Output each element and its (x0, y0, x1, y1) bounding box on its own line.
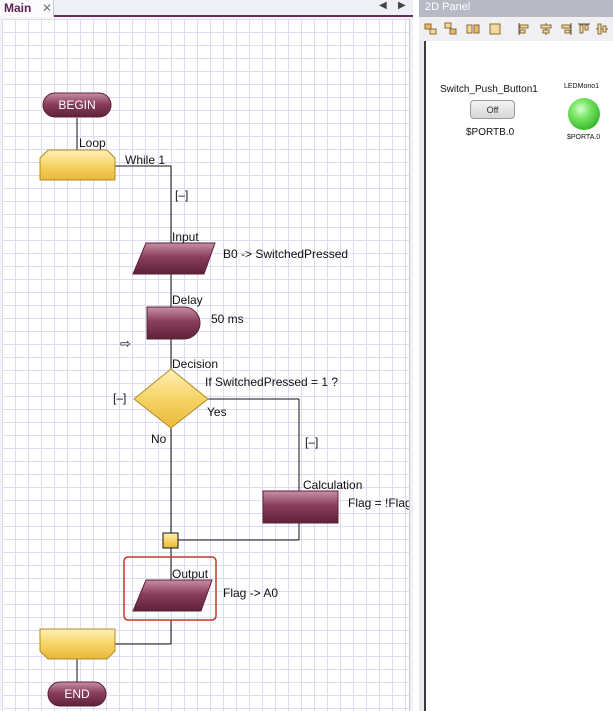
panel-toolbar (419, 17, 613, 41)
input-block[interactable] (132, 242, 216, 275)
output-detail: Flag -> A0 (223, 586, 279, 600)
calculation-title: Calculation (303, 478, 363, 492)
loop-collapse-toggle[interactable]: [–] (175, 188, 188, 202)
led-port-label: $PORTA.0 (567, 134, 601, 141)
switch-name-label: Switch_Push_Button1 (440, 84, 538, 95)
output-block[interactable] (132, 579, 213, 612)
main-tab-bar: Main ✕ ◀ ▶ (0, 0, 413, 17)
tab-main[interactable]: Main ✕ (0, 0, 54, 17)
delay-detail: 50 ms (211, 312, 244, 326)
input-detail: B0 -> SwitchedPressed (223, 247, 349, 261)
merge-point[interactable] (162, 532, 179, 549)
align-icon-6[interactable] (539, 22, 553, 36)
align-icon-5[interactable] (517, 22, 531, 36)
switch-port-label: $PORTB.0 (466, 127, 515, 138)
main-pane: Main ✕ ◀ ▶ BEGIN Loop While 1 [–] Input … (0, 0, 413, 711)
led-indicator[interactable] (568, 98, 600, 130)
scroll-right-icon[interactable]: ▶ (398, 0, 406, 11)
end-label: END (64, 687, 90, 701)
calculation-block[interactable] (262, 490, 339, 524)
panel-header: 2D Panel (419, 0, 613, 17)
panel-canvas[interactable]: Switch_Push_Button1 Off $PORTB.0 LEDMono… (424, 41, 613, 711)
decision-detail: If SwitchedPressed = 1 ? (205, 375, 339, 389)
tab-main-label: Main (4, 1, 32, 15)
align-icon-7[interactable] (559, 22, 573, 36)
output-title: Output (172, 567, 209, 581)
pointer-icon: ⇨ (120, 336, 131, 351)
decision-no-label: No (151, 432, 167, 446)
align-icon-4[interactable] (488, 22, 502, 36)
begin-label: BEGIN (58, 98, 96, 112)
decision-yes-label: Yes (207, 405, 227, 419)
loop-condition: While 1 (125, 153, 166, 167)
align-icon-1[interactable] (424, 22, 438, 36)
align-icon-8[interactable] (577, 22, 591, 36)
delay-title: Delay (172, 293, 203, 307)
panel-2d: 2D Panel Switch_Push_Button1 Off $PORTB.… (419, 0, 613, 711)
scroll-left-icon[interactable]: ◀ (379, 0, 387, 11)
close-icon[interactable]: ✕ (42, 1, 52, 15)
delay-block[interactable] (146, 306, 201, 340)
calculation-detail: Flag = !Flag (348, 496, 409, 510)
loop-start-block[interactable] (39, 149, 116, 181)
loop-title: Loop (79, 136, 106, 150)
loop-end-block[interactable] (39, 628, 116, 660)
decision-block[interactable] (133, 368, 209, 429)
decision-collapse-toggle-left[interactable]: [–] (113, 391, 126, 405)
align-icon-2[interactable] (444, 22, 458, 36)
pane-border (409, 19, 413, 711)
align-icon-9[interactable] (595, 22, 609, 36)
panel-title: 2D Panel (425, 1, 471, 13)
led-name-label: LEDMono1 (564, 83, 600, 90)
switch-push-button[interactable]: Off (470, 100, 515, 119)
flowchart-canvas[interactable]: BEGIN Loop While 1 [–] Input B0 -> Switc… (2, 19, 409, 711)
decision-title: Decision (172, 357, 219, 371)
input-title: Input (172, 230, 199, 244)
decision-collapse-toggle-right[interactable]: [–] (305, 435, 318, 449)
align-icon-3[interactable] (466, 22, 480, 36)
